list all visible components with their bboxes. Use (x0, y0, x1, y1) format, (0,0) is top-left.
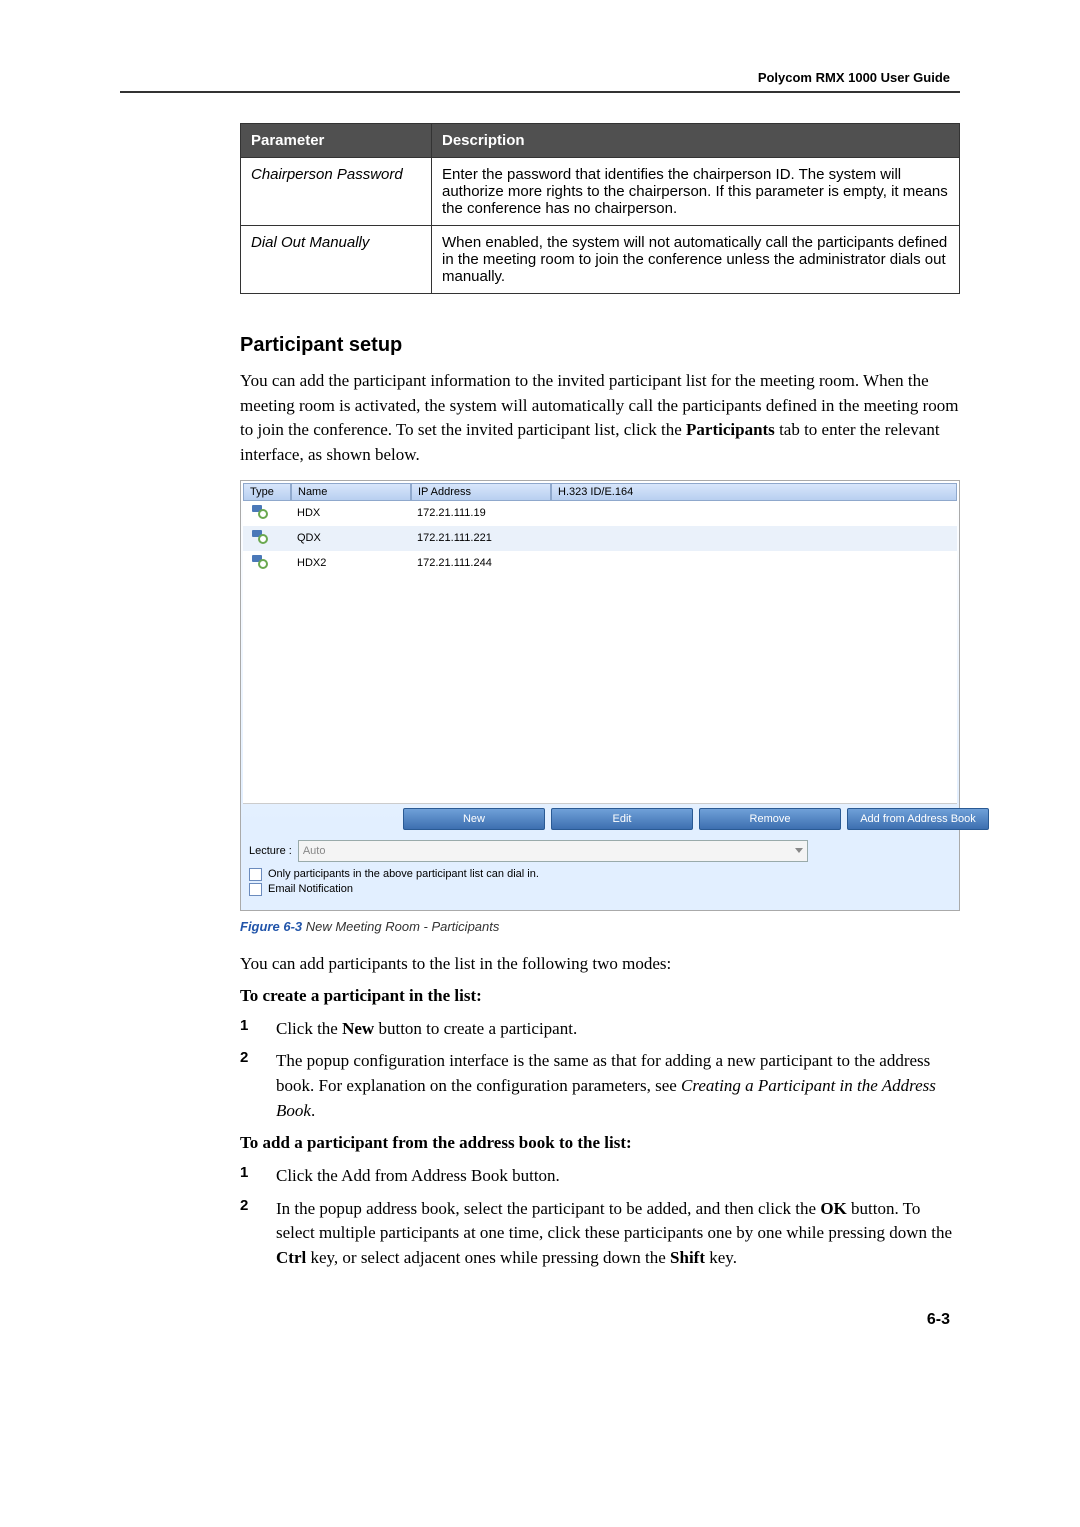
col-header-description: Description (432, 124, 960, 158)
step-text: Click the (276, 1019, 342, 1038)
step-text: Click the Add from Address Book button. (276, 1164, 960, 1189)
step-text: In the popup address book, select the pa… (276, 1199, 820, 1218)
grid-cell-name: QDX (297, 532, 417, 544)
endpoint-icon (249, 528, 267, 546)
table-header-row: Parameter Description (241, 124, 960, 158)
list-item: 1 Click the Add from Address Book button… (240, 1164, 960, 1189)
step-number: 1 (240, 1164, 258, 1189)
grid-row[interactable]: HDX 172.21.111.19 (243, 501, 957, 526)
new-button[interactable]: New (403, 808, 545, 830)
grid-cell-ip: 172.21.111.221 (417, 532, 557, 544)
grid-row[interactable]: HDX2 172.21.111.244 (243, 551, 957, 576)
lecture-select-value: Auto (303, 845, 326, 857)
lecture-label: Lecture : (249, 845, 292, 857)
create-participant-heading: To create a participant in the list: (240, 984, 960, 1009)
grid-cell-name: HDX (297, 507, 417, 519)
step-number: 2 (240, 1197, 258, 1271)
figure-number: Figure 6-3 (240, 919, 302, 934)
list-item: 2 In the popup address book, select the … (240, 1197, 960, 1271)
list-item: 2 The popup configuration interface is t… (240, 1049, 960, 1123)
endpoint-icon (249, 503, 267, 521)
grid-cell-name: HDX2 (297, 557, 417, 569)
grid-col-name[interactable]: Name (291, 483, 411, 501)
step-text: key. (705, 1248, 737, 1267)
endpoint-icon (249, 553, 267, 571)
grid-col-h323[interactable]: H.323 ID/E.164 (551, 483, 957, 501)
new-button-ref: New (342, 1019, 374, 1038)
param-name: Chairperson Password (241, 158, 432, 226)
grid-options: Lecture : Auto Only participants in the … (243, 834, 957, 908)
grid-col-type[interactable]: Type (243, 483, 291, 501)
grid-cell-ip: 172.21.111.19 (417, 507, 557, 519)
param-name: Dial Out Manually (241, 226, 432, 294)
email-notification-label: Email Notification (268, 883, 353, 895)
col-header-parameter: Parameter (241, 124, 432, 158)
remove-button[interactable]: Remove (699, 808, 841, 830)
step-text: . (311, 1101, 315, 1120)
grid-button-bar: New Edit Remove Add from Address Book (243, 804, 957, 834)
ctrl-key-ref: Ctrl (276, 1248, 306, 1267)
step-text: key, or select adjacent ones while press… (306, 1248, 670, 1267)
grid-col-ip[interactable]: IP Address (411, 483, 551, 501)
step-text: button to create a participant. (374, 1019, 577, 1038)
participants-screenshot: Type Name IP Address H.323 ID/E.164 HDX … (240, 480, 960, 911)
section-intro: You can add the participant information … (240, 369, 960, 468)
figure-title: New Meeting Room - Participants (302, 919, 499, 934)
list-item: 1 Click the New button to create a parti… (240, 1017, 960, 1042)
figure-caption: Figure 6-3 New Meeting Room - Participan… (240, 919, 960, 934)
add-from-book-heading: To add a participant from the address bo… (240, 1131, 960, 1156)
grid-row[interactable]: QDX 172.21.111.221 (243, 526, 957, 551)
grid-header-row: Type Name IP Address H.323 ID/E.164 (243, 483, 957, 501)
only-listed-dialin-label: Only participants in the above participa… (268, 868, 539, 880)
chevron-down-icon (795, 848, 803, 853)
participants-grid: Type Name IP Address H.323 ID/E.164 HDX … (243, 483, 957, 804)
ok-button-ref: OK (820, 1199, 846, 1218)
table-row: Chairperson Password Enter the password … (241, 158, 960, 226)
section-title: Participant setup (240, 334, 960, 357)
only-listed-dialin-checkbox[interactable] (249, 868, 262, 881)
header-rule (120, 91, 960, 93)
param-desc: When enabled, the system will not automa… (432, 226, 960, 294)
participants-tab-label: Participants (686, 420, 775, 439)
grid-cell-ip: 172.21.111.244 (417, 557, 557, 569)
parameter-table: Parameter Description Chairperson Passwo… (240, 123, 960, 294)
step-number: 2 (240, 1049, 258, 1123)
add-from-address-book-button[interactable]: Add from Address Book (847, 808, 989, 830)
modes-intro: You can add participants to the list in … (240, 952, 960, 977)
param-desc: Enter the password that identifies the c… (432, 158, 960, 226)
table-row: Dial Out Manually When enabled, the syst… (241, 226, 960, 294)
shift-key-ref: Shift (670, 1248, 705, 1267)
lecture-select[interactable]: Auto (298, 840, 808, 862)
step-number: 1 (240, 1017, 258, 1042)
page-number: 6-3 (120, 1311, 960, 1329)
edit-button[interactable]: Edit (551, 808, 693, 830)
header-guide-title: Polycom RMX 1000 User Guide (120, 70, 960, 85)
email-notification-checkbox[interactable] (249, 883, 262, 896)
